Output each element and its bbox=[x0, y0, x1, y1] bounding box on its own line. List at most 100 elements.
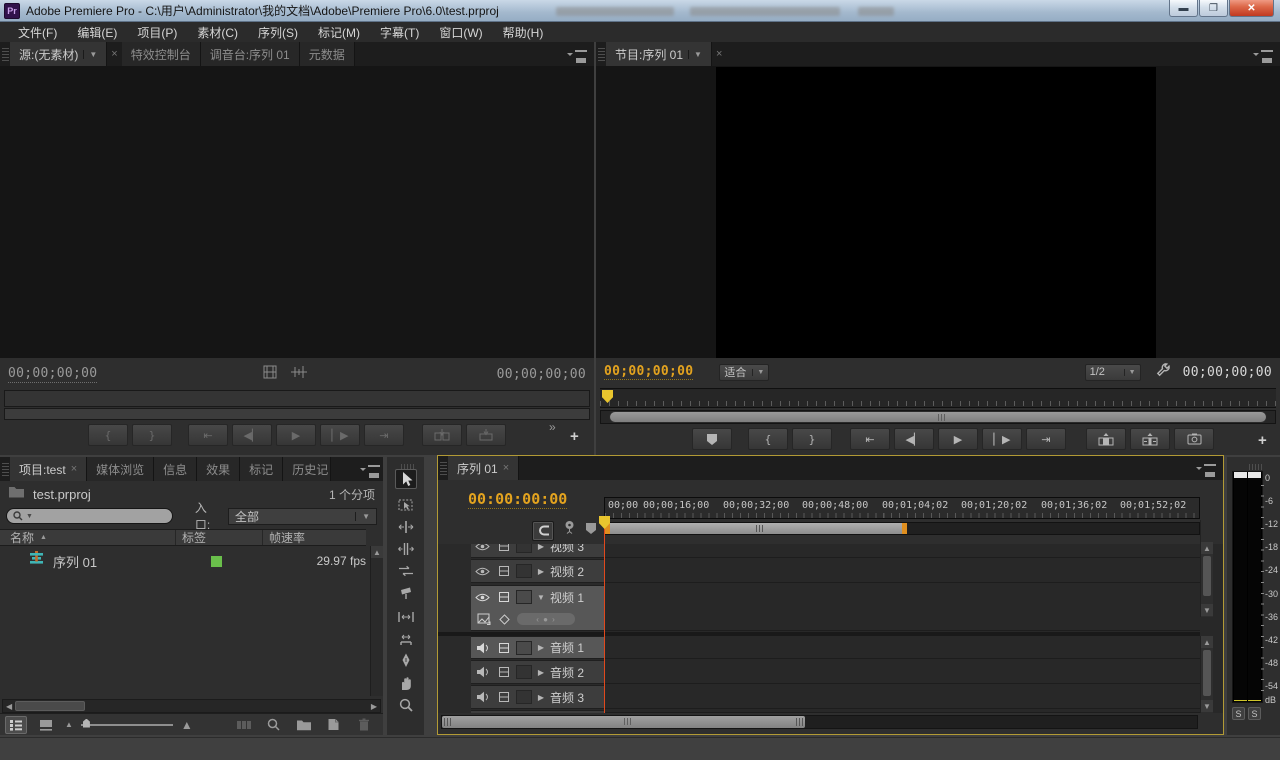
timeline-current-timecode[interactable]: 00:00:00:00 bbox=[468, 490, 567, 509]
scroll-right-arrow[interactable]: ▶ bbox=[368, 702, 380, 711]
expand-track-icon[interactable]: ▶ bbox=[536, 643, 546, 652]
menu-file[interactable]: 文件(F) bbox=[8, 22, 67, 42]
scroll-down-arrow[interactable]: ▼ bbox=[1201, 604, 1213, 616]
tab-history[interactable]: 历史记 bbox=[283, 457, 331, 481]
step-forward-button[interactable]: ▏▶ bbox=[320, 424, 360, 446]
column-divider[interactable] bbox=[262, 530, 263, 545]
tab-effects[interactable]: 效果 bbox=[197, 457, 240, 481]
keyframe-icon[interactable] bbox=[496, 612, 513, 627]
minimize-button[interactable]: ▬ bbox=[1169, 0, 1198, 17]
track-content-video1[interactable] bbox=[604, 584, 1200, 631]
audio-meters[interactable] bbox=[1232, 471, 1263, 703]
go-to-out-button[interactable]: ⇥ bbox=[1026, 428, 1066, 450]
timeline-playhead-line[interactable] bbox=[604, 519, 605, 713]
overwrite-button[interactable] bbox=[466, 424, 506, 446]
playback-resolution-select[interactable]: 1/2 ▼ bbox=[1085, 364, 1141, 381]
rate-stretch-tool[interactable] bbox=[395, 561, 417, 581]
column-name[interactable]: 名称 bbox=[10, 529, 34, 546]
set-marker-icon[interactable] bbox=[585, 522, 597, 540]
panel-menu-button[interactable] bbox=[365, 457, 383, 481]
menu-project[interactable]: 项目(P) bbox=[127, 22, 187, 42]
mark-out-button[interactable]: } bbox=[132, 424, 172, 446]
insert-button[interactable] bbox=[422, 424, 462, 446]
slider-knob[interactable] bbox=[83, 719, 90, 728]
work-area-end-handle[interactable] bbox=[902, 523, 907, 534]
toggle-track-mute-icon[interactable] bbox=[474, 640, 491, 655]
button-editor-plus[interactable]: + bbox=[570, 428, 579, 445]
program-current-timecode[interactable]: 00;00;00;00 bbox=[604, 364, 693, 380]
project-vertical-scrollbar[interactable]: ▲ bbox=[370, 546, 383, 696]
sort-ascending-icon[interactable]: ▲ bbox=[40, 534, 47, 541]
automate-to-sequence-button[interactable] bbox=[233, 716, 255, 734]
mark-in-button[interactable]: { bbox=[748, 428, 788, 450]
settings-wrench-icon[interactable] bbox=[1155, 362, 1171, 383]
ripple-edit-tool[interactable] bbox=[395, 517, 417, 537]
menu-marker[interactable]: 标记(M) bbox=[308, 22, 370, 42]
track-header-video-3[interactable]: ▶ 视频 3 bbox=[471, 544, 604, 558]
work-area-bar[interactable] bbox=[605, 523, 907, 534]
scrollbar-thumb[interactable] bbox=[1203, 556, 1211, 596]
tab-info[interactable]: 信息 bbox=[154, 457, 197, 481]
menu-sequence[interactable]: 序列(S) bbox=[248, 22, 308, 42]
expand-track-icon[interactable]: ▶ bbox=[536, 668, 546, 677]
tab-close-icon[interactable]: × bbox=[71, 463, 77, 475]
drag-video-icon[interactable] bbox=[262, 365, 278, 384]
expand-track-icon[interactable]: ▶ bbox=[536, 544, 546, 551]
toggle-track-output-icon[interactable] bbox=[474, 564, 491, 579]
menu-edit[interactable]: 编辑(E) bbox=[67, 22, 127, 42]
tab-source[interactable]: 源:(无素材) ▼ bbox=[10, 42, 107, 66]
track-lock-slot[interactable] bbox=[516, 544, 532, 553]
tab-markers[interactable]: 标记 bbox=[240, 457, 283, 481]
track-content-audio2[interactable] bbox=[604, 660, 1200, 684]
menu-help[interactable]: 帮助(H) bbox=[493, 22, 554, 42]
source-current-timecode[interactable]: 00;00;00;00 bbox=[8, 366, 97, 383]
tab-close-icon[interactable]: × bbox=[503, 462, 509, 474]
panel-menu-button[interactable] bbox=[568, 42, 594, 66]
icon-view-button[interactable] bbox=[35, 716, 57, 734]
panel-grip[interactable] bbox=[440, 461, 447, 475]
track-content-video2[interactable] bbox=[604, 559, 1200, 583]
column-divider[interactable] bbox=[175, 530, 176, 545]
tab-media-browser[interactable]: 媒体浏览 bbox=[87, 457, 154, 481]
tab-metadata[interactable]: 元数据 bbox=[300, 42, 355, 66]
track-lock-slot[interactable] bbox=[516, 690, 532, 704]
toggle-track-output-icon[interactable] bbox=[474, 544, 491, 554]
solo-left-button[interactable]: S bbox=[1232, 707, 1245, 720]
program-video-frame[interactable] bbox=[716, 67, 1156, 358]
scrollbar-thumb[interactable] bbox=[1203, 650, 1211, 696]
track-header-video-2[interactable]: ▶ 视频 2 bbox=[471, 559, 604, 583]
panel-grip[interactable] bbox=[1249, 464, 1263, 470]
selection-tool[interactable] bbox=[395, 469, 417, 489]
timeline-horizontal-scrollbar[interactable] bbox=[441, 715, 1198, 729]
go-to-in-button[interactable]: ⇤ bbox=[850, 428, 890, 450]
toggle-track-output-icon[interactable] bbox=[474, 590, 491, 605]
zoom-handle-left[interactable] bbox=[444, 718, 451, 726]
track-content-master[interactable] bbox=[604, 710, 1200, 713]
search-input[interactable]: ▼ bbox=[6, 508, 173, 524]
scroll-up-arrow[interactable]: ▲ bbox=[371, 546, 383, 558]
title-bar[interactable]: Pr Adobe Premiere Pro - C:\用户\Administra… bbox=[0, 0, 1280, 22]
track-lock-slot[interactable] bbox=[516, 590, 532, 604]
scrollbar-thumb[interactable] bbox=[15, 701, 85, 711]
more-buttons-chevron[interactable]: » bbox=[549, 420, 556, 434]
panel-grip[interactable] bbox=[2, 462, 9, 476]
source-scrollbar[interactable] bbox=[4, 408, 590, 420]
menu-title[interactable]: 字幕(T) bbox=[370, 22, 429, 42]
go-to-out-button[interactable]: ⇥ bbox=[364, 424, 404, 446]
column-label[interactable]: 标签 bbox=[182, 529, 206, 546]
track-lock-slot[interactable] bbox=[516, 641, 532, 655]
scroll-up-arrow[interactable]: ▲ bbox=[1201, 542, 1213, 554]
track-lock-slot[interactable] bbox=[516, 665, 532, 679]
tab-close-icon[interactable]: × bbox=[712, 42, 726, 66]
source-scrub-ruler[interactable] bbox=[4, 390, 590, 407]
source-preview-area[interactable] bbox=[0, 66, 594, 358]
export-frame-button[interactable] bbox=[1174, 428, 1214, 450]
add-marker-button[interactable] bbox=[692, 428, 732, 450]
panel-menu-button[interactable] bbox=[1197, 456, 1223, 480]
scroll-left-arrow[interactable]: ◀ bbox=[3, 702, 15, 711]
new-bin-button[interactable] bbox=[293, 716, 315, 734]
extract-button[interactable] bbox=[1130, 428, 1170, 450]
program-scrub-ruler[interactable] bbox=[600, 388, 1276, 408]
sync-lock-icon[interactable] bbox=[495, 640, 512, 655]
rolling-edit-tool[interactable] bbox=[395, 539, 417, 559]
